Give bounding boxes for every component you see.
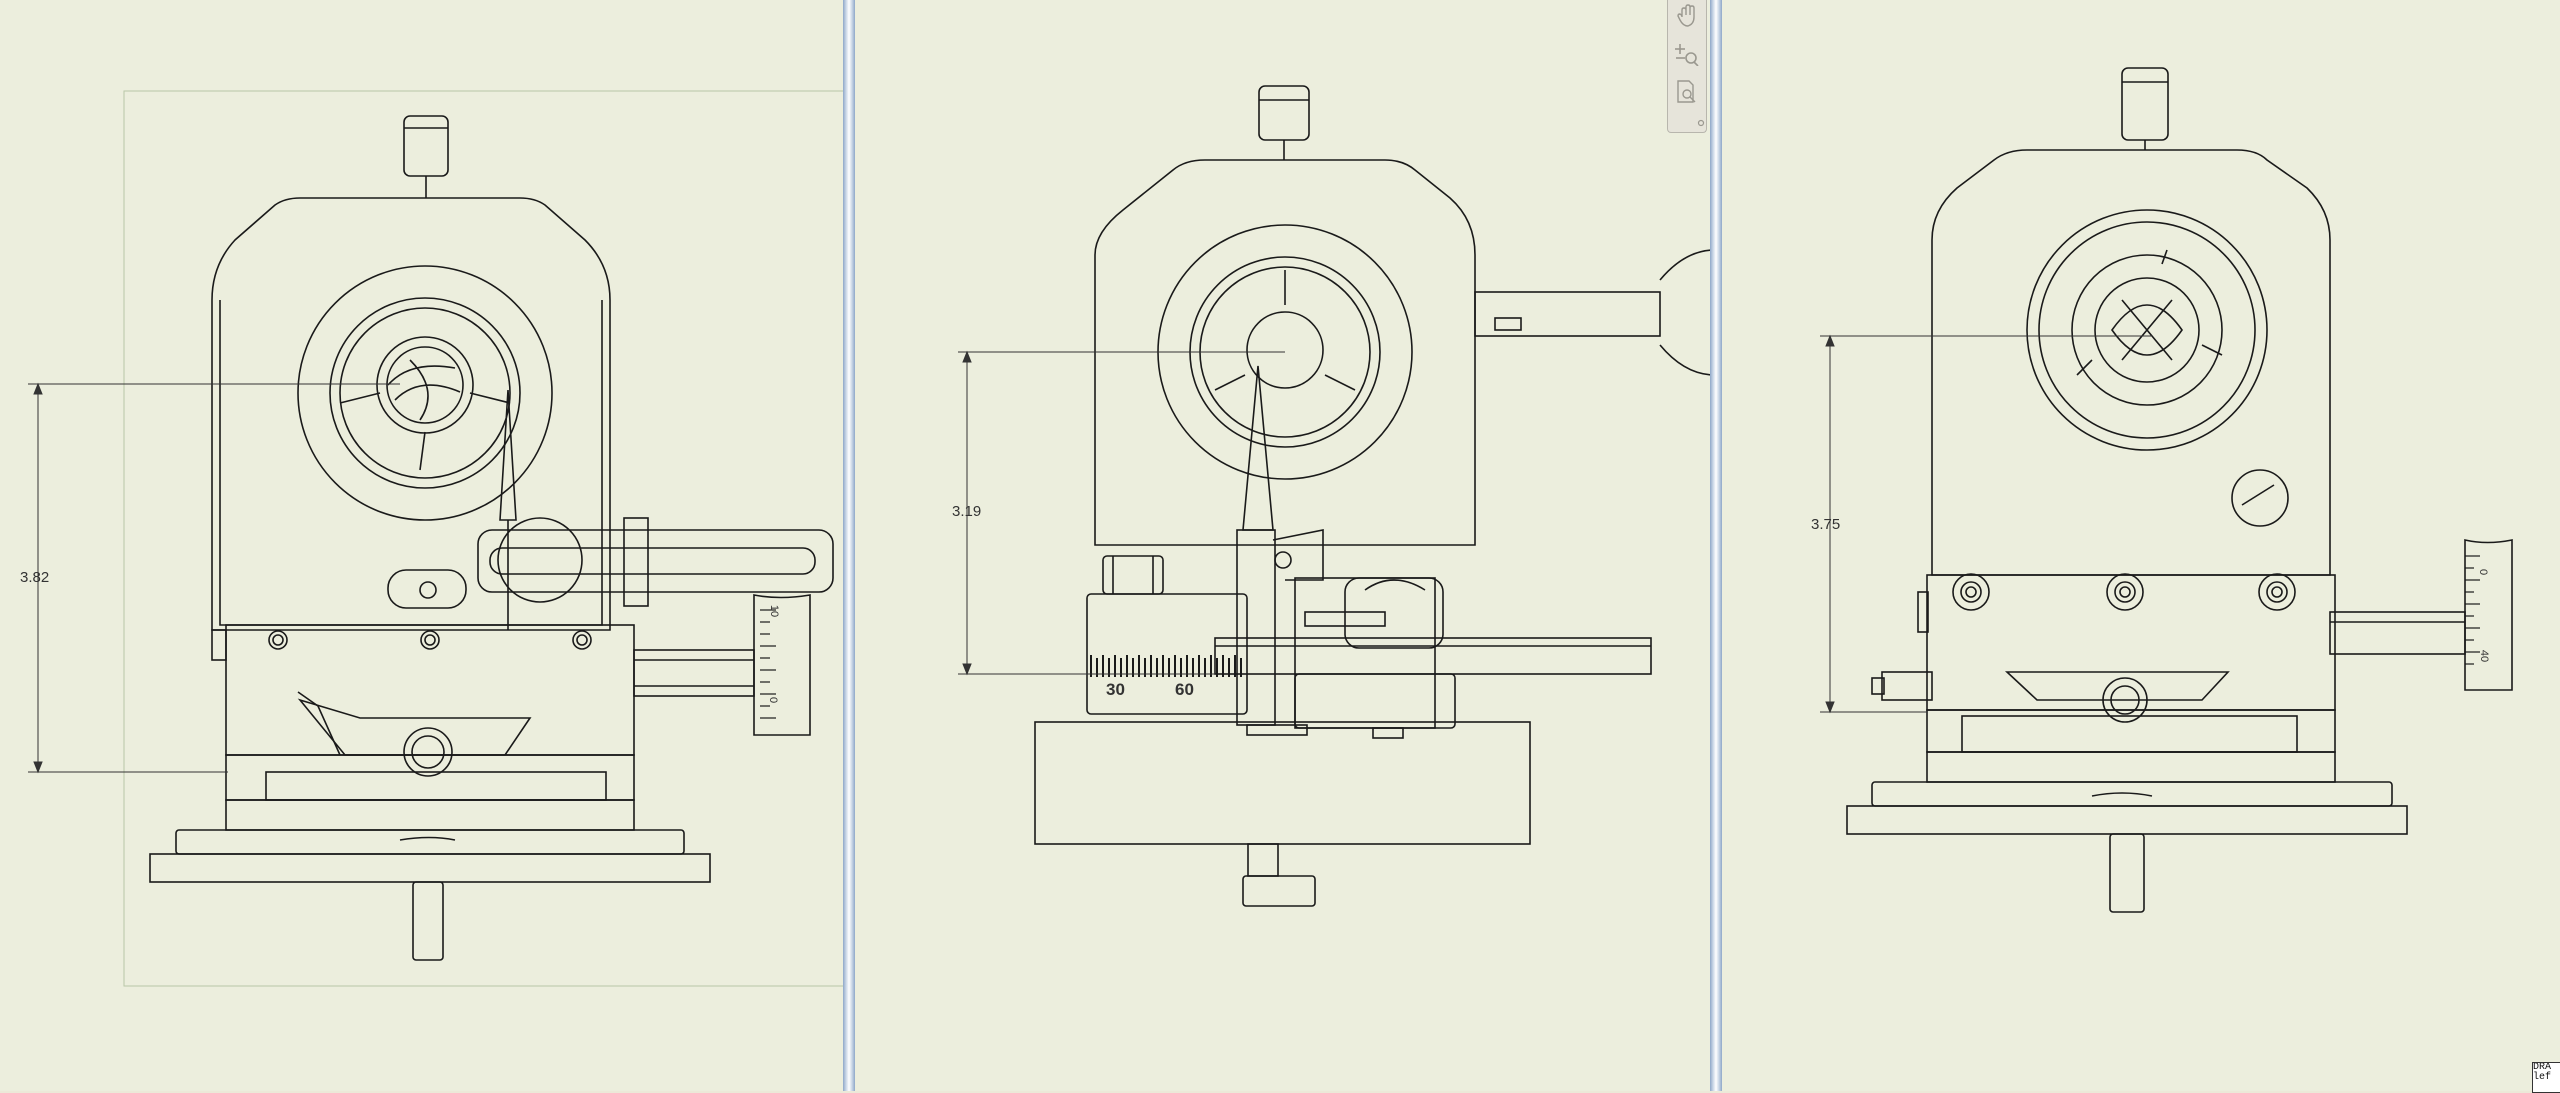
dial-label-0-right: 0 xyxy=(2477,568,2490,576)
view-navigation-toolbar xyxy=(1667,0,1707,133)
drawing-view-left[interactable]: 3.82 10 0 xyxy=(0,0,843,1091)
pan-icon[interactable] xyxy=(1675,4,1699,28)
title-block: DRA lef xyxy=(2532,1062,2560,1093)
center-view-drawing xyxy=(958,85,1710,907)
dial-label-0: 0 xyxy=(767,696,780,704)
dial-label-40: 40 xyxy=(2478,649,2491,663)
zoom-icon[interactable] xyxy=(1675,42,1699,67)
left-view-drawing xyxy=(28,90,843,987)
dimension-label-center[interactable]: 3.19 xyxy=(952,503,981,520)
zoom-window-icon[interactable] xyxy=(1675,80,1699,104)
drawing-view-center[interactable]: 3.19 30 60 xyxy=(855,0,1710,1091)
scale-label-30: 30 xyxy=(1106,680,1125,699)
dial-label-10: 10 xyxy=(768,604,781,618)
title-block-line-2: lef xyxy=(2533,1072,2552,1083)
drawing-view-right[interactable]: 3.75 0 40 xyxy=(1722,0,2560,1091)
settings-dot-icon[interactable] xyxy=(1697,114,1705,127)
scale-label-60: 60 xyxy=(1175,680,1194,699)
dimension-label-left[interactable]: 3.82 xyxy=(20,569,49,586)
dimension-label-right[interactable]: 3.75 xyxy=(1811,516,1840,533)
pane-divider-1[interactable] xyxy=(843,0,855,1091)
pane-divider-2[interactable] xyxy=(1710,0,1722,1091)
right-view-drawing xyxy=(1820,67,2513,913)
